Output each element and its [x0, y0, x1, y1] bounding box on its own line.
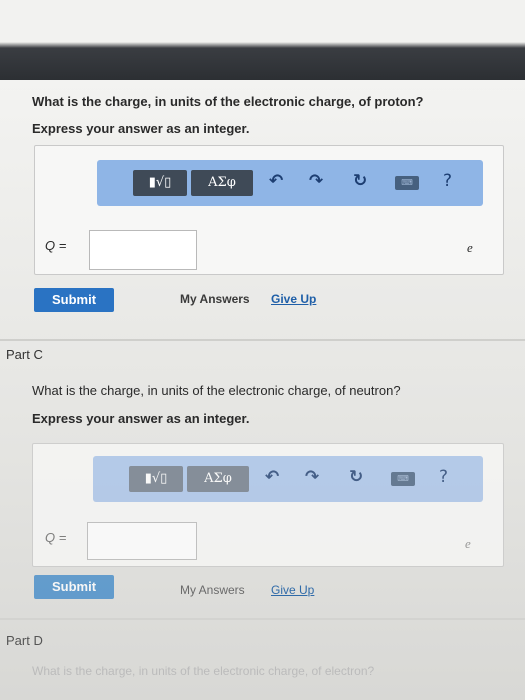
- keyboard-icon[interactable]: ⌨: [391, 472, 415, 486]
- keyboard-icon[interactable]: ⌨: [395, 176, 419, 190]
- redo-icon[interactable]: ↷: [309, 171, 323, 191]
- undo-icon[interactable]: ↶: [265, 467, 279, 487]
- part-c-question: What is the charge, in units of the elec…: [32, 383, 401, 398]
- divider: [0, 339, 525, 341]
- divider: [0, 618, 525, 620]
- part-b-submit-button[interactable]: Submit: [34, 288, 114, 312]
- templates-button[interactable]: ▮√▯: [129, 466, 183, 492]
- part-c-submit-button[interactable]: Submit: [34, 575, 114, 599]
- greek-symbols-button[interactable]: ΑΣφ: [191, 170, 253, 196]
- part-c-instruction: Express your answer as an integer.: [32, 411, 250, 426]
- templates-button[interactable]: ▮√▯: [133, 170, 187, 196]
- part-b-my-answers-link[interactable]: My Answers: [180, 292, 250, 306]
- part-c-answer-box: ▮√▯ ΑΣφ ↶ ↷ ↻ ⌨ ? Q = e: [32, 443, 504, 567]
- part-c-give-up-link[interactable]: Give Up: [271, 583, 314, 597]
- reset-icon[interactable]: ↻: [353, 171, 367, 191]
- part-b-unit: e: [467, 240, 473, 255]
- part-b-variable-label: Q =: [45, 238, 67, 253]
- browser-top-bar: [0, 0, 525, 80]
- part-b-answer-box: ▮√▯ ΑΣφ ↶ ↷ ↻ ⌨ ? Q = e: [34, 145, 504, 275]
- part-b-answer-input[interactable]: [89, 230, 197, 270]
- part-d-question: What is the charge, in units of the elec…: [32, 664, 375, 678]
- part-d-title: Part D: [6, 633, 43, 648]
- help-icon[interactable]: ?: [439, 467, 448, 487]
- reset-icon[interactable]: ↻: [349, 467, 363, 487]
- undo-icon[interactable]: ↶: [269, 171, 283, 191]
- part-b-question: What is the charge, in units of the elec…: [32, 94, 424, 109]
- part-c-variable-label: Q =: [45, 530, 67, 545]
- part-b-give-up-link[interactable]: Give Up: [271, 292, 316, 306]
- part-b-instruction: Express your answer as an integer.: [32, 121, 250, 136]
- redo-icon[interactable]: ↷: [305, 467, 319, 487]
- part-c-my-answers-link[interactable]: My Answers: [180, 583, 245, 597]
- part-b-math-toolbar: ▮√▯ ΑΣφ ↶ ↷ ↻ ⌨ ?: [97, 160, 483, 206]
- part-c-title: Part C: [6, 347, 43, 362]
- part-c-unit: e: [465, 536, 471, 551]
- part-c-answer-input[interactable]: [87, 522, 197, 560]
- greek-symbols-button[interactable]: ΑΣφ: [187, 466, 249, 492]
- help-icon[interactable]: ?: [443, 171, 452, 191]
- part-c-math-toolbar: ▮√▯ ΑΣφ ↶ ↷ ↻ ⌨ ?: [93, 456, 483, 502]
